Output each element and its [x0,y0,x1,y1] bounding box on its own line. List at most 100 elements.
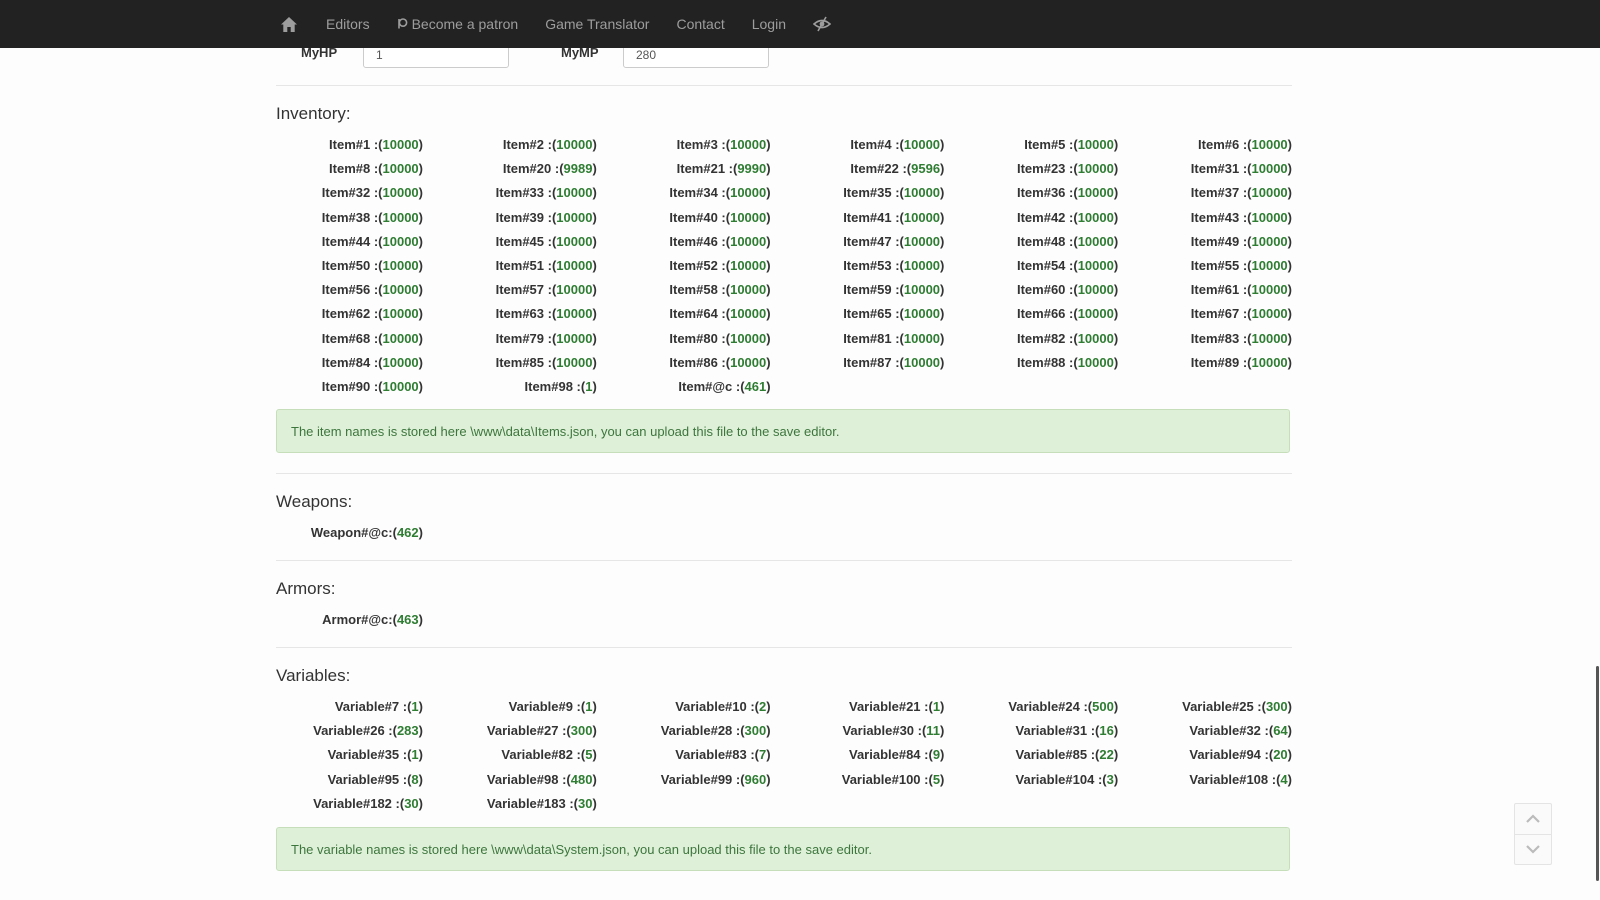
inventory-item[interactable]: Item#54 :(10000) [971,258,1118,273]
inventory-item[interactable]: Item#5 :(10000) [971,137,1118,152]
inventory-item[interactable]: Item#60 :(10000) [971,282,1118,297]
inventory-item[interactable]: Item#56 :(10000) [276,282,423,297]
nav-game-translator[interactable]: Game Translator [545,16,649,32]
variable-item[interactable]: Variable#35 :(1) [276,747,423,762]
inventory-item[interactable]: Item#86 :(10000) [624,355,770,370]
variable-item[interactable]: Variable#104 :(3) [971,772,1119,787]
variable-item[interactable]: Variable#183 :(30) [450,796,597,811]
inventory-item[interactable]: Item#57 :(10000) [450,282,597,297]
inventory-item[interactable]: Item#42 :(10000) [971,210,1118,225]
nav-become-patron[interactable]: Become a patron [397,16,518,32]
scrollbar-thumb[interactable] [1596,666,1599,881]
inventory-item[interactable]: Item#49 :(10000) [1145,234,1292,249]
inventory-item[interactable]: Item#84 :(10000) [276,355,423,370]
variable-item[interactable]: Variable#95 :(8) [276,772,423,787]
inventory-item[interactable]: Item#66 :(10000) [971,306,1118,321]
variable-item[interactable]: Variable#27 :(300) [450,723,597,738]
variable-item[interactable]: Variable#21 :(1) [797,699,944,714]
inventory-item[interactable]: Item#21 :(9990) [624,161,771,176]
inventory-item[interactable]: Item#3 :(10000) [624,137,771,152]
variable-item[interactable]: Variable#85 :(22) [971,747,1119,762]
inventory-item[interactable]: Item#82 :(10000) [971,331,1118,346]
inventory-item[interactable]: Item#53 :(10000) [797,258,944,273]
inventory-item[interactable]: Item#62 :(10000) [276,306,423,321]
inventory-item[interactable]: Item#88 :(10000) [971,355,1118,370]
inventory-item[interactable]: Item#40 :(10000) [624,210,770,225]
variable-item[interactable]: Variable#10 :(2) [624,699,770,714]
variable-item[interactable]: Variable#26 :(283) [276,723,423,738]
inventory-item[interactable]: Item#81 :(10000) [797,331,944,346]
nav-editors[interactable]: Editors [326,16,370,32]
inventory-item[interactable]: Item#87 :(10000) [797,355,944,370]
variable-item[interactable]: Variable#25 :(300) [1145,699,1292,714]
inventory-item[interactable]: Item#6 :(10000) [1145,137,1292,152]
variable-item[interactable]: Variable#24 :(500) [971,699,1118,714]
inventory-item[interactable]: Item#68 :(10000) [276,331,423,346]
inventory-item[interactable]: Item#52 :(10000) [624,258,770,273]
weapon-item[interactable]: Weapon#@c:(462) [276,525,423,540]
inventory-item[interactable]: Item#33 :(10000) [450,185,597,200]
visibility-toggle-icon[interactable] [812,15,832,33]
inventory-item[interactable]: Item#38 :(10000) [276,210,423,225]
inventory-item[interactable]: Item#65 :(10000) [797,306,944,321]
inventory-item[interactable]: Item#45 :(10000) [450,234,597,249]
inventory-item[interactable]: Item#35 :(10000) [797,185,944,200]
inventory-item[interactable]: Item#41 :(10000) [797,210,944,225]
variable-item[interactable]: Variable#32 :(64) [1145,723,1292,738]
variable-item[interactable]: Variable#30 :(11) [797,723,944,738]
nav-login[interactable]: Login [752,16,786,32]
inventory-item[interactable]: Item#1 :(10000) [276,137,423,152]
inventory-item[interactable]: Item#44 :(10000) [276,234,423,249]
inventory-item[interactable]: Item#98 :(1) [450,379,597,394]
inventory-item[interactable]: Item#85 :(10000) [450,355,597,370]
variable-item[interactable]: Variable#108 :(4) [1145,772,1292,787]
inventory-item[interactable]: Item#90 :(10000) [276,379,423,394]
inventory-item[interactable]: Item#43 :(10000) [1145,210,1292,225]
inventory-item[interactable]: Item#46 :(10000) [624,234,770,249]
inventory-item[interactable]: Item#47 :(10000) [797,234,944,249]
inventory-item[interactable]: Item#36 :(10000) [971,185,1118,200]
variable-item[interactable]: Variable#83 :(7) [624,747,770,762]
inventory-item[interactable]: Item#59 :(10000) [797,282,944,297]
inventory-item[interactable]: Item#83 :(10000) [1145,331,1292,346]
variable-item[interactable]: Variable#7 :(1) [276,699,423,714]
scroll-up-button[interactable] [1515,804,1551,834]
inventory-item[interactable]: Item#20 :(9989) [450,161,597,176]
variable-item[interactable]: Variable#28 :(300) [624,723,771,738]
variable-item[interactable]: Variable#9 :(1) [450,699,597,714]
inventory-item[interactable]: Item#8 :(10000) [276,161,423,176]
variable-item[interactable]: Variable#100 :(5) [797,772,945,787]
page-scrollbar[interactable] [1594,48,1600,900]
variable-item[interactable]: Variable#99 :(960) [624,772,771,787]
variable-item[interactable]: Variable#31 :(16) [971,723,1119,738]
variable-item[interactable]: Variable#182 :(30) [276,796,423,811]
armor-item[interactable]: Armor#@c:(463) [276,612,423,627]
inventory-item[interactable]: Item#55 :(10000) [1145,258,1292,273]
inventory-item[interactable]: Item#37 :(10000) [1145,185,1292,200]
inventory-item[interactable]: Item#34 :(10000) [624,185,770,200]
inventory-item[interactable]: Item#23 :(10000) [971,161,1118,176]
inventory-item[interactable]: Item#64 :(10000) [624,306,770,321]
inventory-item[interactable]: Item#32 :(10000) [276,185,423,200]
variable-item[interactable]: Variable#84 :(9) [797,747,944,762]
inventory-item[interactable]: Item#31 :(10000) [1145,161,1292,176]
inventory-item[interactable]: Item#51 :(10000) [450,258,597,273]
inventory-item[interactable]: Item#50 :(10000) [276,258,423,273]
inventory-item[interactable]: Item#89 :(10000) [1145,355,1292,370]
inventory-item[interactable]: Item#39 :(10000) [450,210,597,225]
variable-item[interactable]: Variable#98 :(480) [450,772,597,787]
inventory-item[interactable]: Item#22 :(9596) [797,161,944,176]
inventory-item[interactable]: Item#2 :(10000) [450,137,597,152]
inventory-item[interactable]: Item#67 :(10000) [1145,306,1292,321]
inventory-item[interactable]: Item#48 :(10000) [971,234,1118,249]
inventory-item[interactable]: Item#4 :(10000) [797,137,944,152]
nav-contact[interactable]: Contact [676,16,724,32]
inventory-item[interactable]: Item#79 :(10000) [450,331,597,346]
inventory-item[interactable]: Item#63 :(10000) [450,306,597,321]
home-icon[interactable] [278,13,300,35]
variable-item[interactable]: Variable#82 :(5) [450,747,596,762]
scroll-down-button[interactable] [1515,834,1551,865]
variable-item[interactable]: Variable#94 :(20) [1145,747,1292,762]
inventory-item[interactable]: Item#58 :(10000) [624,282,770,297]
inventory-item[interactable]: Item#@c :(461) [624,379,770,394]
